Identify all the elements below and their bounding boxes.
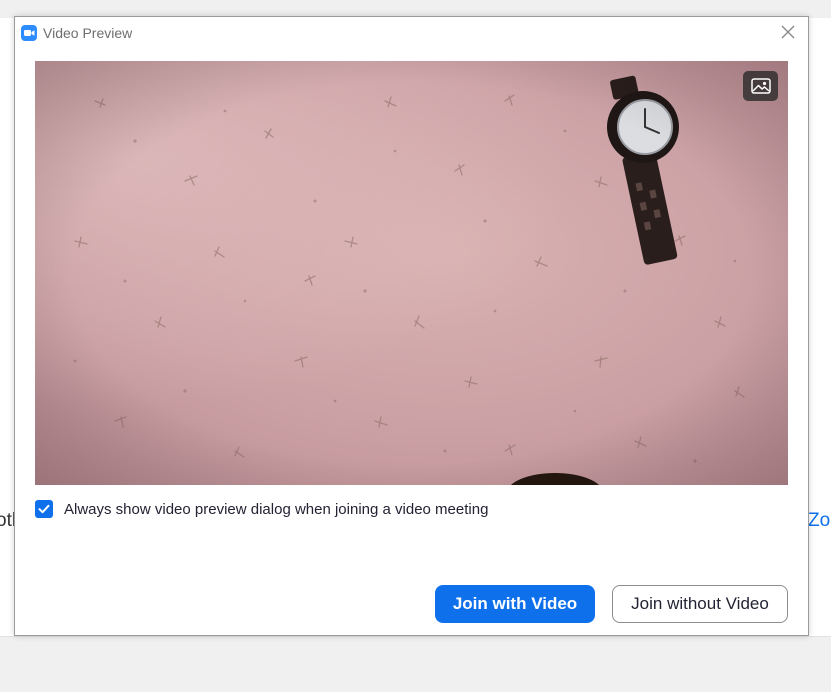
close-icon[interactable] <box>780 24 796 40</box>
checkmark-icon <box>38 504 50 514</box>
dialog-titlebar: Video Preview <box>15 17 808 49</box>
background-app-link-right[interactable]: Zo <box>808 510 830 532</box>
preview-option-row: Always show video preview dialog when jo… <box>35 499 488 519</box>
camera-feed-image <box>35 61 788 485</box>
video-preview <box>35 61 788 485</box>
image-icon <box>751 78 771 94</box>
join-with-video-button[interactable]: Join with Video <box>435 585 595 623</box>
zoom-camera-icon <box>21 25 37 41</box>
join-without-video-button[interactable]: Join without Video <box>612 585 788 623</box>
always-show-preview-label[interactable]: Always show video preview dialog when jo… <box>64 501 488 518</box>
dialog-title: Video Preview <box>43 25 133 41</box>
background-toggle-button[interactable] <box>743 71 778 101</box>
always-show-preview-checkbox[interactable] <box>35 500 53 518</box>
video-preview-dialog: Video Preview Always show video preview … <box>14 16 809 636</box>
background-app-footer <box>0 636 831 692</box>
